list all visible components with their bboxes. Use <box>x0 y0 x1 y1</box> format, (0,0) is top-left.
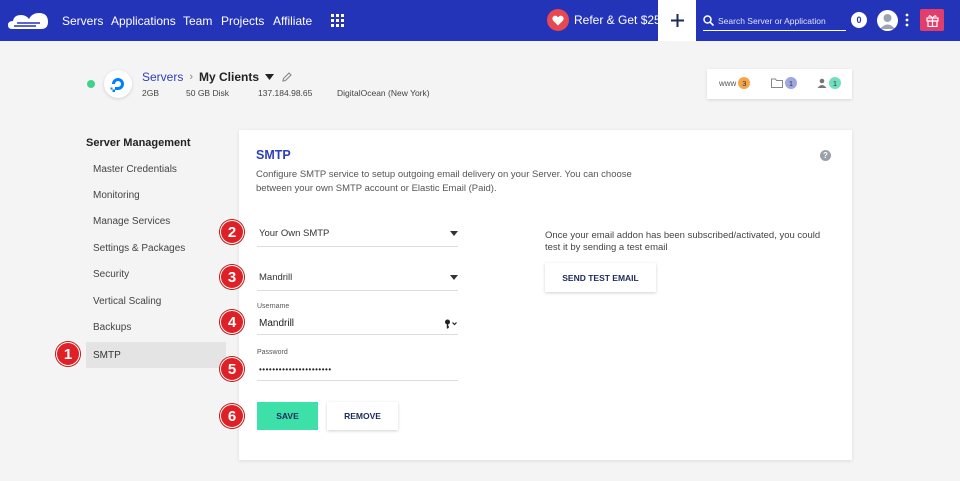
nav-team[interactable]: Team <box>183 14 212 28</box>
sidebar-item-manage-services[interactable]: Manage Services <box>86 208 226 234</box>
server-ram: 2GB <box>142 88 160 98</box>
pencil-icon[interactable] <box>282 72 292 82</box>
smtp-type-value: Your Own SMTP <box>259 228 330 239</box>
step-marker-5: 5 <box>220 357 244 381</box>
send-test-email-button[interactable]: SEND TEST EMAIL <box>545 263 656 292</box>
server-stats-card: www 3 1 1 <box>707 69 852 99</box>
sidebar-item-backups[interactable]: Backups <box>86 314 226 340</box>
applications-count-badge: 3 <box>738 77 751 89</box>
username-field-wrapper <box>257 313 458 335</box>
stat-applications[interactable]: www 3 <box>719 77 751 89</box>
password-field-wrapper <box>257 359 458 381</box>
apps-grid-icon[interactable] <box>331 14 344 27</box>
folder-icon <box>771 78 783 88</box>
gift-icon <box>925 14 939 27</box>
key-dropdown-icon[interactable] <box>444 319 458 329</box>
server-name: My Clients <box>199 70 260 84</box>
avatar[interactable] <box>877 10 898 31</box>
breadcrumb-servers-link[interactable]: Servers <box>142 70 183 84</box>
breadcrumb: Servers › My Clients <box>142 70 292 84</box>
sidebar-item-security[interactable]: Security <box>86 261 226 287</box>
cloudways-logo-icon[interactable] <box>6 9 50 33</box>
stat-projects[interactable]: 1 <box>771 77 797 89</box>
plus-icon <box>670 14 684 27</box>
page-title: SMTP <box>256 148 291 162</box>
caret-down-icon <box>450 231 458 236</box>
server-ip: 137.184.98.65 <box>258 88 313 98</box>
username-input[interactable] <box>257 318 432 329</box>
digitalocean-logo-icon <box>104 70 132 98</box>
server-status-dot <box>87 80 95 88</box>
team-count-badge: 1 <box>829 77 841 89</box>
more-options-icon[interactable] <box>904 13 910 27</box>
caret-down-icon <box>450 275 458 280</box>
step-marker-2: 2 <box>220 220 244 244</box>
save-button[interactable]: SAVE <box>257 402 318 430</box>
caret-down-icon[interactable] <box>265 74 275 80</box>
top-navigation-bar: Servers Applications Team Projects Affil… <box>0 0 960 41</box>
smtp-provider-value: Mandrill <box>259 272 293 283</box>
smtp-provider-select[interactable]: Mandrill <box>257 265 458 291</box>
www-label: www <box>719 78 737 88</box>
step-marker-1: 1 <box>56 342 80 366</box>
help-icon[interactable]: ? <box>820 150 831 161</box>
step-marker-4: 4 <box>220 310 244 334</box>
remove-button[interactable]: REMOVE <box>327 402 398 430</box>
refer-button[interactable]: Refer & Get $25 <box>547 9 661 31</box>
smtp-type-select[interactable]: Your Own SMTP <box>257 221 458 247</box>
nav-projects[interactable]: Projects <box>221 14 264 28</box>
password-label: Password <box>257 349 288 356</box>
sidebar-item-vertical-scaling[interactable]: Vertical Scaling <box>86 288 226 314</box>
heart-icon <box>547 9 569 31</box>
nav-applications[interactable]: Applications <box>111 14 176 28</box>
nav-servers[interactable]: Servers <box>62 14 103 28</box>
search-bar <box>703 11 846 31</box>
add-new-button[interactable] <box>658 0 696 41</box>
users-icon <box>817 78 827 88</box>
smtp-settings-card: SMTP ? Configure SMTP service to setup o… <box>239 130 852 460</box>
user-icon <box>880 14 895 29</box>
projects-count-badge: 1 <box>785 77 797 89</box>
smtp-description: Configure SMTP service to setup outgoing… <box>256 169 632 194</box>
nav-affiliate[interactable]: Affiliate <box>273 14 312 28</box>
sidebar-title: Server Management <box>86 137 191 149</box>
search-icon <box>703 15 714 26</box>
step-marker-3: 3 <box>220 265 244 289</box>
step-marker-6: 6 <box>220 404 244 428</box>
notification-badge[interactable]: 0 <box>851 12 867 28</box>
gift-button[interactable] <box>920 9 944 31</box>
stat-team[interactable]: 1 <box>817 77 841 89</box>
search-input[interactable] <box>718 15 840 26</box>
test-email-note: Once your email addon has been subscribe… <box>545 230 821 253</box>
sidebar-item-smtp[interactable]: SMTP <box>86 342 226 368</box>
sidebar-item-settings-packages[interactable]: Settings & Packages <box>86 235 226 261</box>
server-disk: 50 GB Disk <box>186 88 229 98</box>
refer-label: Refer & Get $25 <box>574 13 661 27</box>
server-provider: DigitalOcean (New York) <box>337 88 430 98</box>
sidebar-item-master-credentials[interactable]: Master Credentials <box>86 156 226 182</box>
password-input[interactable] <box>257 365 432 374</box>
username-label: Username <box>257 303 290 310</box>
sidebar-item-monitoring[interactable]: Monitoring <box>86 182 226 208</box>
chevron-right-icon: › <box>189 71 194 83</box>
